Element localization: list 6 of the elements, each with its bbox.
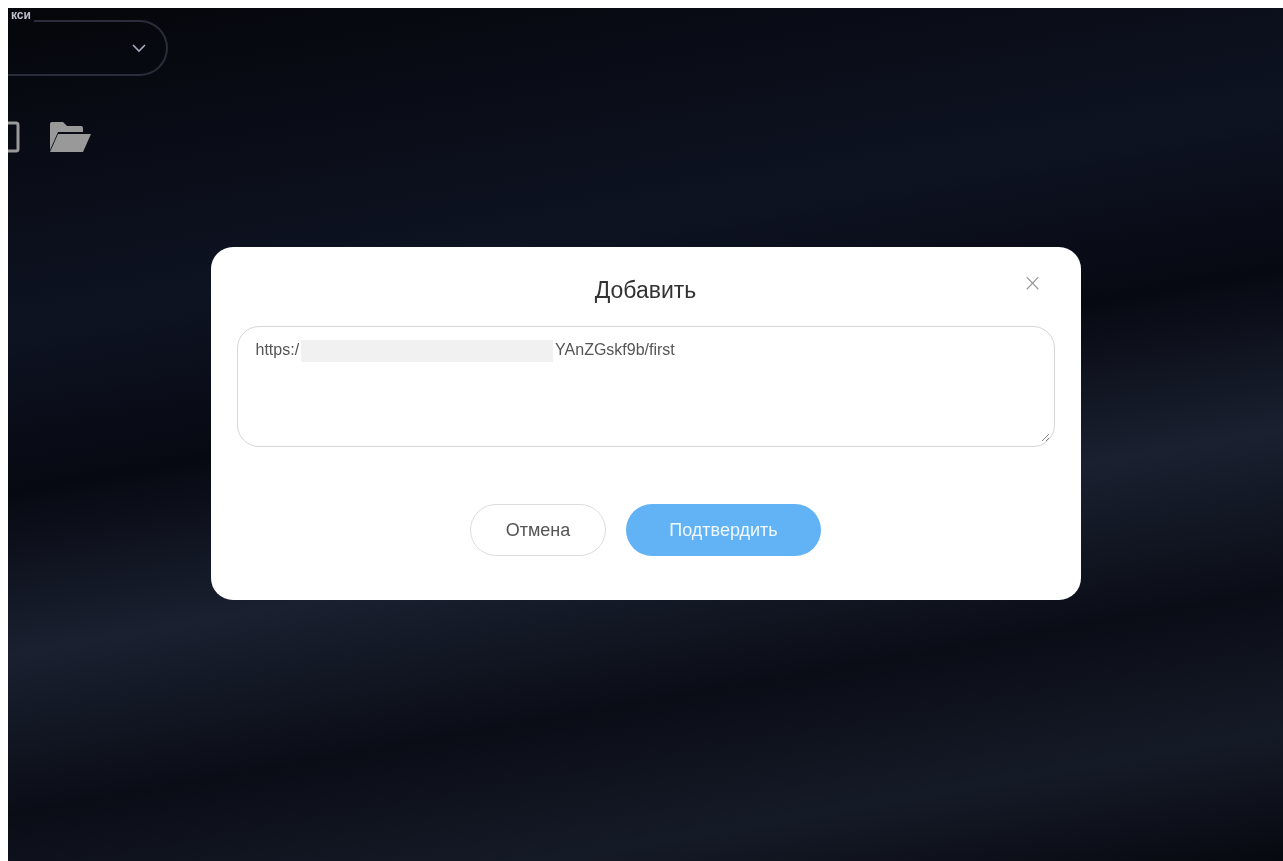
cancel-button[interactable]: Отмена: [470, 504, 606, 556]
url-field[interactable]: https:/ YAnZGskf9b/first: [236, 326, 1055, 447]
chevron-down-icon: [132, 43, 146, 53]
dialog-title: Добавить: [594, 277, 697, 304]
resize-grip-icon[interactable]: [1040, 433, 1050, 442]
folder-icon[interactable]: [48, 120, 92, 154]
